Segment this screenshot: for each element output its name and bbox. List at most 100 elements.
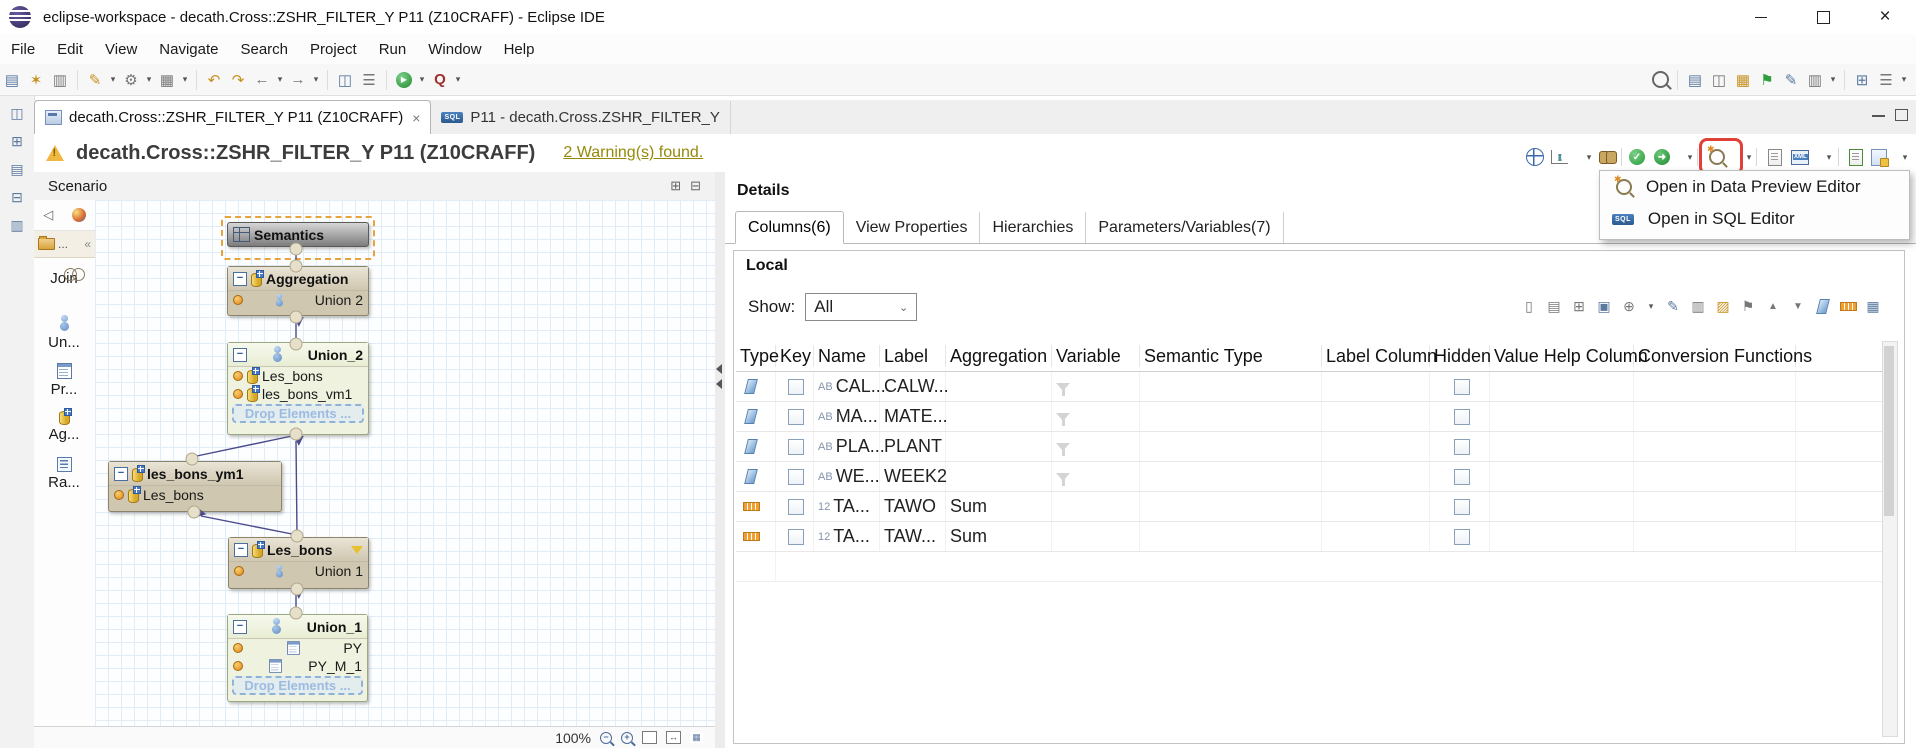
key-checkbox[interactable] — [788, 379, 804, 395]
grid-icon[interactable]: ▦ — [1732, 69, 1754, 91]
list-icon[interactable]: ▥ — [1804, 69, 1826, 91]
table-row[interactable]: 12TA... TAWO Sum — [736, 492, 1886, 522]
add-column-icon[interactable]: ⊕ — [1620, 297, 1638, 315]
close-button[interactable]: × — [1854, 0, 1916, 34]
measure-icon[interactable] — [1839, 297, 1857, 315]
dropdown-caret[interactable]: ▾ — [1645, 301, 1657, 312]
dropdown-caret[interactable]: ▾ — [107, 74, 119, 85]
hidden-checkbox[interactable] — [1454, 469, 1470, 485]
properties-doc-icon[interactable] — [1764, 146, 1786, 168]
table-row[interactable]: ABCAL... CALW... — [736, 372, 1886, 402]
tab-parameters-variables[interactable]: Parameters/Variables(7) — [1086, 212, 1283, 243]
search-icon[interactable] — [1649, 69, 1671, 91]
col-aggregation[interactable]: Aggregation — [946, 345, 1052, 367]
table-row[interactable]: ABMA... MATE... — [736, 402, 1886, 432]
palette-item-join[interactable]: Join — [34, 268, 94, 287]
collapse-icon[interactable]: − — [233, 620, 247, 634]
forward-icon[interactable]: → — [287, 69, 309, 91]
maximize-view-icon[interactable] — [1895, 109, 1908, 121]
chart-lines-icon[interactable] — [1548, 146, 1570, 168]
open-folder-icon[interactable]: ▨ — [1714, 297, 1732, 315]
panel-splitter[interactable] — [715, 172, 725, 748]
drop-elements-target[interactable]: Drop Elements ... — [232, 404, 364, 423]
edit-icon[interactable]: ✎ — [1780, 69, 1802, 91]
collapse-left-icon[interactable] — [716, 364, 722, 374]
menu-edit[interactable]: Edit — [46, 37, 94, 62]
key-checkbox[interactable] — [788, 439, 804, 455]
col-semantic-type[interactable]: Semantic Type — [1140, 345, 1322, 367]
table-row[interactable]: ABWE... WEEK2 — [736, 462, 1886, 492]
run-icon[interactable]: ▶ — [393, 69, 415, 91]
move-up-icon[interactable]: ▲ — [1764, 297, 1782, 315]
drop-elements-target[interactable]: Drop Elements ... — [232, 676, 363, 695]
col-key[interactable]: Key — [776, 345, 814, 367]
fit-to-window-icon[interactable] — [642, 731, 657, 744]
palette-folder-row[interactable]: ... « — [34, 231, 95, 258]
new-window-icon[interactable]: ◫ — [334, 69, 356, 91]
collapse-icon[interactable]: − — [233, 272, 247, 286]
menu-file[interactable]: File — [0, 37, 46, 62]
node-aggregation[interactable]: −Aggregation Union 2 — [227, 266, 369, 316]
dropdown-caret[interactable]: ▾ — [143, 74, 155, 85]
palette-item-union[interactable]: Un... — [34, 315, 94, 351]
col-label-column[interactable]: Label Column — [1322, 345, 1430, 367]
key-checkbox[interactable] — [788, 409, 804, 425]
col-name[interactable]: Name — [814, 345, 880, 367]
flag-icon[interactable]: ⚑ — [1756, 69, 1778, 91]
layout-table-icon[interactable] — [1868, 146, 1890, 168]
add-view-icon[interactable]: ⊞ — [1851, 69, 1873, 91]
node-input-row[interactable]: les_bons_vm1 — [228, 385, 368, 403]
zoom-out-icon[interactable]: − — [600, 732, 612, 744]
edit-icon[interactable]: ✎ — [1664, 297, 1682, 315]
palette-item-aggregation[interactable]: Ag... — [34, 410, 94, 443]
hierarchy-icon[interactable]: ⊞ — [1570, 297, 1588, 315]
print-icon[interactable]: ▥ — [49, 69, 71, 91]
node-input-row[interactable]: Union 1 — [229, 562, 368, 580]
execute-icon[interactable]: ➜ — [1651, 146, 1673, 168]
window-icon[interactable]: ◫ — [1708, 69, 1730, 91]
redo-icon[interactable]: ↷ — [227, 69, 249, 91]
node-input-row[interactable]: PY — [228, 639, 367, 657]
dropdown-caret[interactable]: ▾ — [1894, 146, 1916, 168]
col-conversion-functions[interactable]: Conversion Functions — [1634, 345, 1796, 367]
back-arrow-icon[interactable]: ◁ — [43, 207, 53, 223]
binoculars-icon[interactable] — [1597, 146, 1619, 168]
node-les-bons[interactable]: −Les_bons Union 1 — [228, 537, 369, 589]
table-row[interactable]: ABPLA... PLANT — [736, 432, 1886, 462]
collapse-icon[interactable]: − — [233, 348, 247, 362]
show-filter-select[interactable]: All ⌄ — [805, 293, 917, 321]
filter-edit-icon[interactable]: ⚑ — [1739, 297, 1757, 315]
dropdown-caret[interactable]: ▾ — [1898, 74, 1910, 85]
scenario-canvas[interactable]: Semantics −Aggregation Union 2 −Union_2 … — [95, 200, 715, 726]
key-checkbox[interactable] — [788, 529, 804, 545]
menu-search[interactable]: Search — [229, 37, 299, 62]
console-icon[interactable]: ▥ — [6, 214, 28, 236]
menu-icon[interactable]: ☰ — [1875, 69, 1897, 91]
collapse-icon[interactable]: − — [114, 467, 128, 481]
table-scrollbar[interactable] — [1882, 341, 1898, 737]
palette-icon[interactable] — [72, 208, 86, 222]
col-type[interactable]: Type — [736, 345, 776, 367]
node-input-row[interactable]: Union 2 — [228, 291, 368, 309]
globe-icon[interactable] — [1524, 146, 1546, 168]
dropdown-caret[interactable]: ▾ — [452, 74, 464, 85]
tab-columns[interactable]: Columns(6) — [735, 211, 844, 244]
col-variable[interactable]: Variable — [1052, 345, 1140, 367]
outline-icon[interactable]: ▤ — [6, 158, 28, 180]
menu-window[interactable]: Window — [417, 37, 492, 62]
menu-item-data-preview[interactable]: Open in Data Preview Editor — [1600, 171, 1909, 203]
new-wizard-icon[interactable]: ✶ — [25, 69, 47, 91]
xml-icon[interactable] — [1789, 146, 1811, 168]
collapse-palette-icon[interactable]: « — [84, 237, 91, 251]
access-icon[interactable]: ▤ — [1684, 69, 1706, 91]
key-checkbox[interactable] — [788, 469, 804, 485]
dropdown-caret[interactable]: ▾ — [274, 74, 286, 85]
fit-width-icon[interactable]: ↔ — [666, 731, 681, 744]
validate-check-icon[interactable]: ✓ — [1626, 146, 1648, 168]
dropdown-caret[interactable]: ▾ — [1827, 74, 1839, 85]
menu-view[interactable]: View — [94, 37, 148, 62]
hidden-checkbox[interactable] — [1454, 409, 1470, 425]
warnings-link[interactable]: 2 Warning(s) found. — [563, 144, 703, 162]
minimized-view-icon[interactable]: ⊟ — [6, 186, 28, 208]
profile-icon[interactable]: Q — [429, 69, 451, 91]
